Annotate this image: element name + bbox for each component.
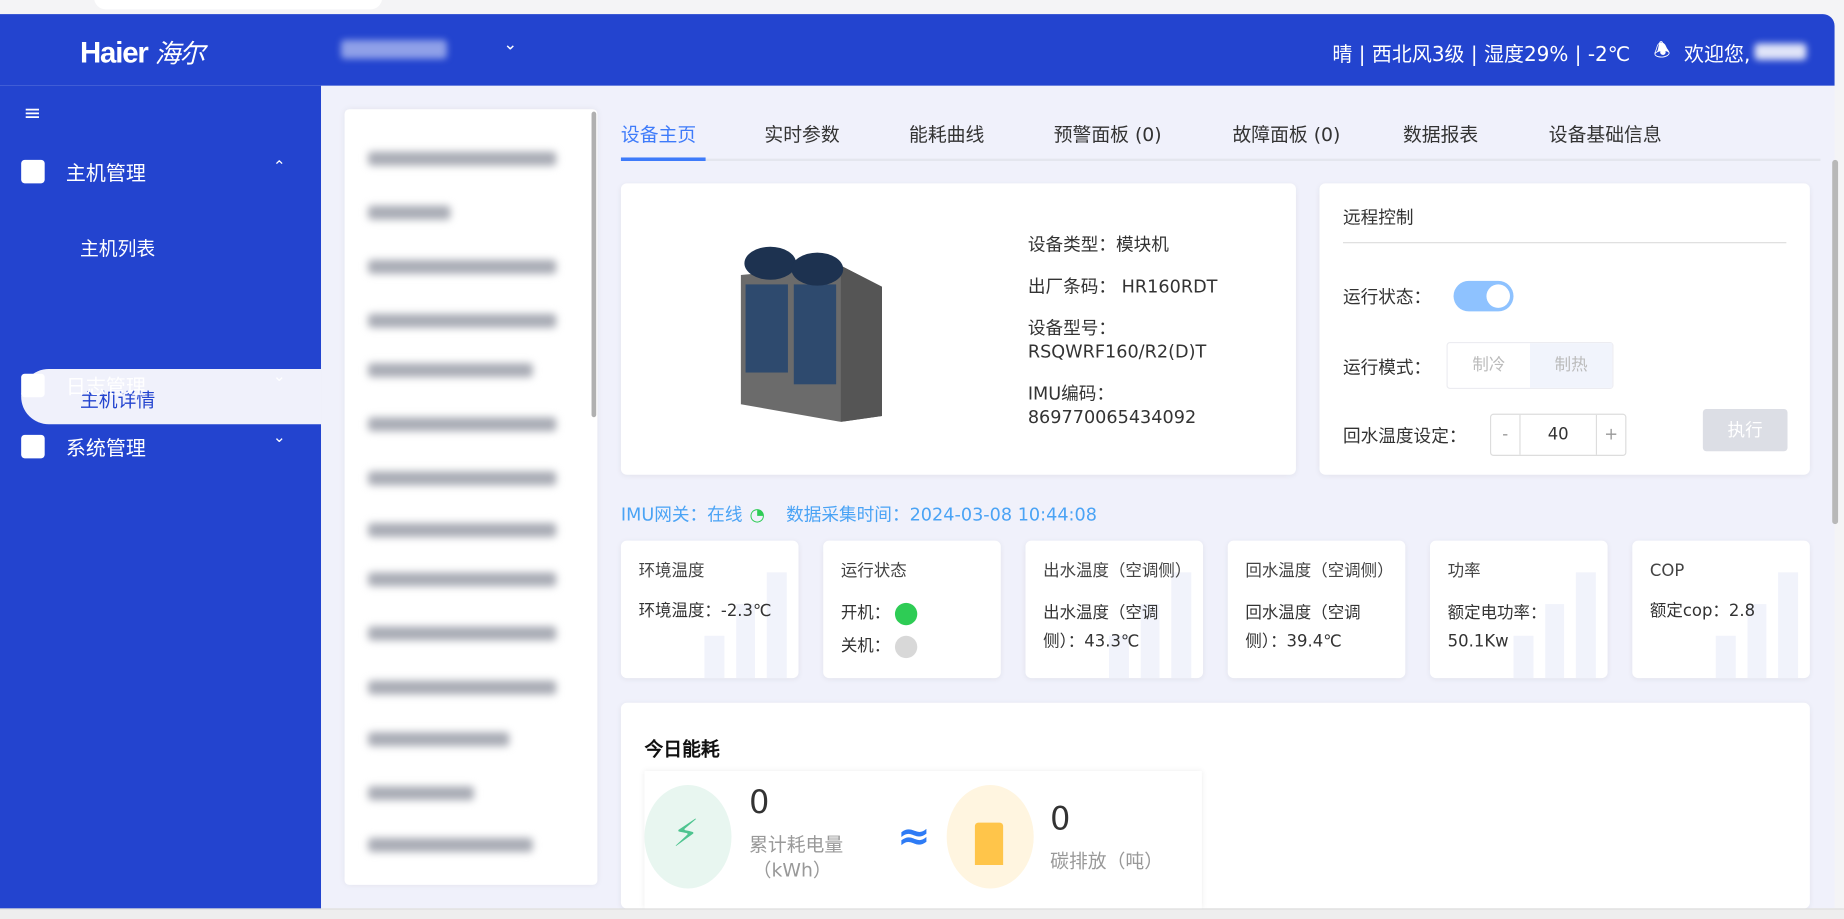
list-item[interactable] [368, 205, 451, 220]
run-mode-selector: 制冷 制热 [1446, 341, 1614, 389]
status-on-dot [894, 602, 918, 625]
tab-data-report[interactable]: 数据报表 [1403, 119, 1478, 147]
return-temp-input[interactable]: 40 [1519, 414, 1598, 455]
active-tab-indicator [620, 157, 706, 162]
list-item[interactable] [368, 471, 557, 486]
username-blurred[interactable] [1754, 43, 1807, 60]
sidebar-item-system-management[interactable]: 系统管理 [21, 431, 146, 461]
metric-ambient-temp: 环境温度 环境温度：-2.3℃ [620, 540, 799, 679]
status-off-dot [894, 635, 918, 658]
remote-control-title: 远程控制 [1342, 206, 1414, 228]
return-temp-label: 回水温度设定： [1342, 425, 1467, 447]
tab-bar: 设备主页 实时参数 能耗曲线 预警面板 (0) 故障面板 (0) 数据报表 设备… [620, 112, 1821, 162]
divider [1342, 242, 1787, 244]
gateway-status-line: IMU网关：在线 ◔ 数据采集时间：2024-03-08 10:44:08 [621, 502, 1097, 527]
company-selector-blurred[interactable] [341, 39, 447, 59]
list-item[interactable] [368, 417, 557, 432]
header: Haier 海尔 ⌄ 晴 | 西北风3级 | 湿度29% | -2℃ 🕭 欢迎您, [0, 14, 1835, 86]
imu-code: 869770065434092 [1027, 406, 1197, 428]
list-item[interactable] [368, 837, 533, 853]
collection-time: 数据采集时间：2024-03-08 10:44:08 [786, 504, 1097, 526]
chevron-down-icon[interactable]: ⌄ [273, 429, 286, 447]
today-energy-card: 今日能耗 ⚡ 0 累计耗电量 （kWh） ≈ 0 碳排放（吨） [620, 702, 1810, 909]
school-list-blurred[interactable] [344, 109, 598, 885]
device-model-label: 设备型号： [1027, 317, 1117, 339]
gateway-status: IMU网关：在线 [620, 504, 743, 526]
tab-warning-panel[interactable]: 预警面板 (0) [1054, 119, 1162, 147]
device-type: 设备类型：模块机 [1027, 233, 1169, 256]
tab-energy-curve[interactable]: 能耗曲线 [909, 119, 984, 147]
window-bottom-edge [0, 908, 1844, 919]
run-mode-label: 运行模式： [1342, 357, 1432, 379]
list-item[interactable] [368, 572, 557, 587]
haier-logo: Haier 海尔 [79, 36, 205, 70]
approx-icon: ≈ [897, 813, 931, 861]
heat-pump-unit-image [740, 246, 882, 422]
metric-outlet-temp: 出水温度（空调侧） 出水温度（空调侧）：43.3℃ [1025, 540, 1204, 679]
decrement-button[interactable]: - [1491, 415, 1519, 455]
sidebar: ≡ 主机管理 ⌃ 主机列表 主机详情 日志管理 ⌄ 系统管理 ⌄ [0, 85, 322, 909]
imu-code-label: IMU编码： [1027, 383, 1115, 405]
device-barcode: 出厂条码： HR160RDT [1027, 276, 1218, 298]
bell-icon[interactable]: 🕭 [1653, 38, 1670, 70]
run-status-label: 运行状态： [1342, 286, 1432, 308]
chevron-down-icon[interactable]: ⌄ [273, 368, 286, 386]
run-status-toggle[interactable] [1453, 280, 1514, 312]
energy-summary: ⚡ 0 累计耗电量 （kWh） ≈ 0 碳排放（吨） [644, 770, 1202, 909]
metric-return-temp: 回水温度（空调侧） 回水温度（空调侧）：39.4℃ [1227, 540, 1406, 679]
sidebar-item-host-management[interactable]: 主机管理 [21, 156, 146, 186]
list-item[interactable] [368, 786, 474, 801]
content-scrollbar[interactable] [1832, 159, 1839, 525]
welcome-text: 欢迎您, [1684, 43, 1751, 67]
list-item[interactable] [368, 151, 557, 166]
tab-device-home[interactable]: 设备主页 [621, 119, 696, 147]
today-energy-title: 今日能耗 [644, 738, 720, 761]
increment-button[interactable]: + [1597, 415, 1625, 455]
metric-cop: COP 额定cop：2.8 [1632, 540, 1810, 679]
weather-info: 晴 | 西北风3级 | 湿度29% | -2℃ [1332, 43, 1631, 67]
grid-icon [21, 434, 45, 458]
wifi-icon: ◔ [749, 504, 765, 526]
log-icon [21, 373, 45, 397]
sidebar-item-host-list[interactable]: 主机列表 [80, 233, 155, 261]
return-temp-stepper: - 40 + [1489, 413, 1627, 456]
device-info-card: 设备类型：模块机 出厂条码： HR160RDT 设备型号： RSQWRF160/… [620, 183, 1296, 475]
collapse-menu-icon[interactable]: ≡ [24, 101, 42, 126]
metric-run-status: 运行状态 开机： 关机： [823, 540, 1001, 679]
execute-button[interactable]: 执行 [1702, 408, 1788, 452]
list-item[interactable] [368, 732, 510, 747]
remote-control-card: 远程控制 运行状态： 运行模式： 制冷 制热 回水温度设定： - 40 + 执行 [1319, 183, 1810, 475]
tab-device-basic-info[interactable]: 设备基础信息 [1549, 119, 1662, 147]
browser-top-strip [0, 0, 1844, 15]
list-item[interactable] [368, 626, 557, 641]
mode-cool-button[interactable]: 制冷 [1448, 343, 1530, 388]
chevron-up-icon[interactable]: ⌃ [273, 159, 286, 177]
list-item[interactable] [368, 313, 557, 328]
chevron-down-icon[interactable]: ⌄ [503, 35, 517, 54]
factory-chimney-icon [946, 785, 1034, 889]
lightning-icon: ⚡ [644, 785, 732, 889]
tab-realtime-params[interactable]: 实时参数 [764, 119, 839, 147]
list-scrollbar[interactable] [591, 111, 597, 418]
tab-fault-panel[interactable]: 故障面板 (0) [1232, 119, 1340, 147]
device-model: RSQWRF160/R2(D)T [1027, 340, 1207, 362]
list-item[interactable] [368, 680, 557, 695]
list-item[interactable] [368, 363, 533, 378]
metric-power: 功率 额定电功率：50.1Kw [1430, 540, 1608, 679]
sidebar-item-log-management[interactable]: 日志管理 [21, 370, 146, 400]
list-item[interactable] [368, 259, 557, 274]
mode-heat-button[interactable]: 制热 [1529, 343, 1613, 388]
home-icon [21, 159, 45, 183]
list-item[interactable] [368, 522, 557, 538]
